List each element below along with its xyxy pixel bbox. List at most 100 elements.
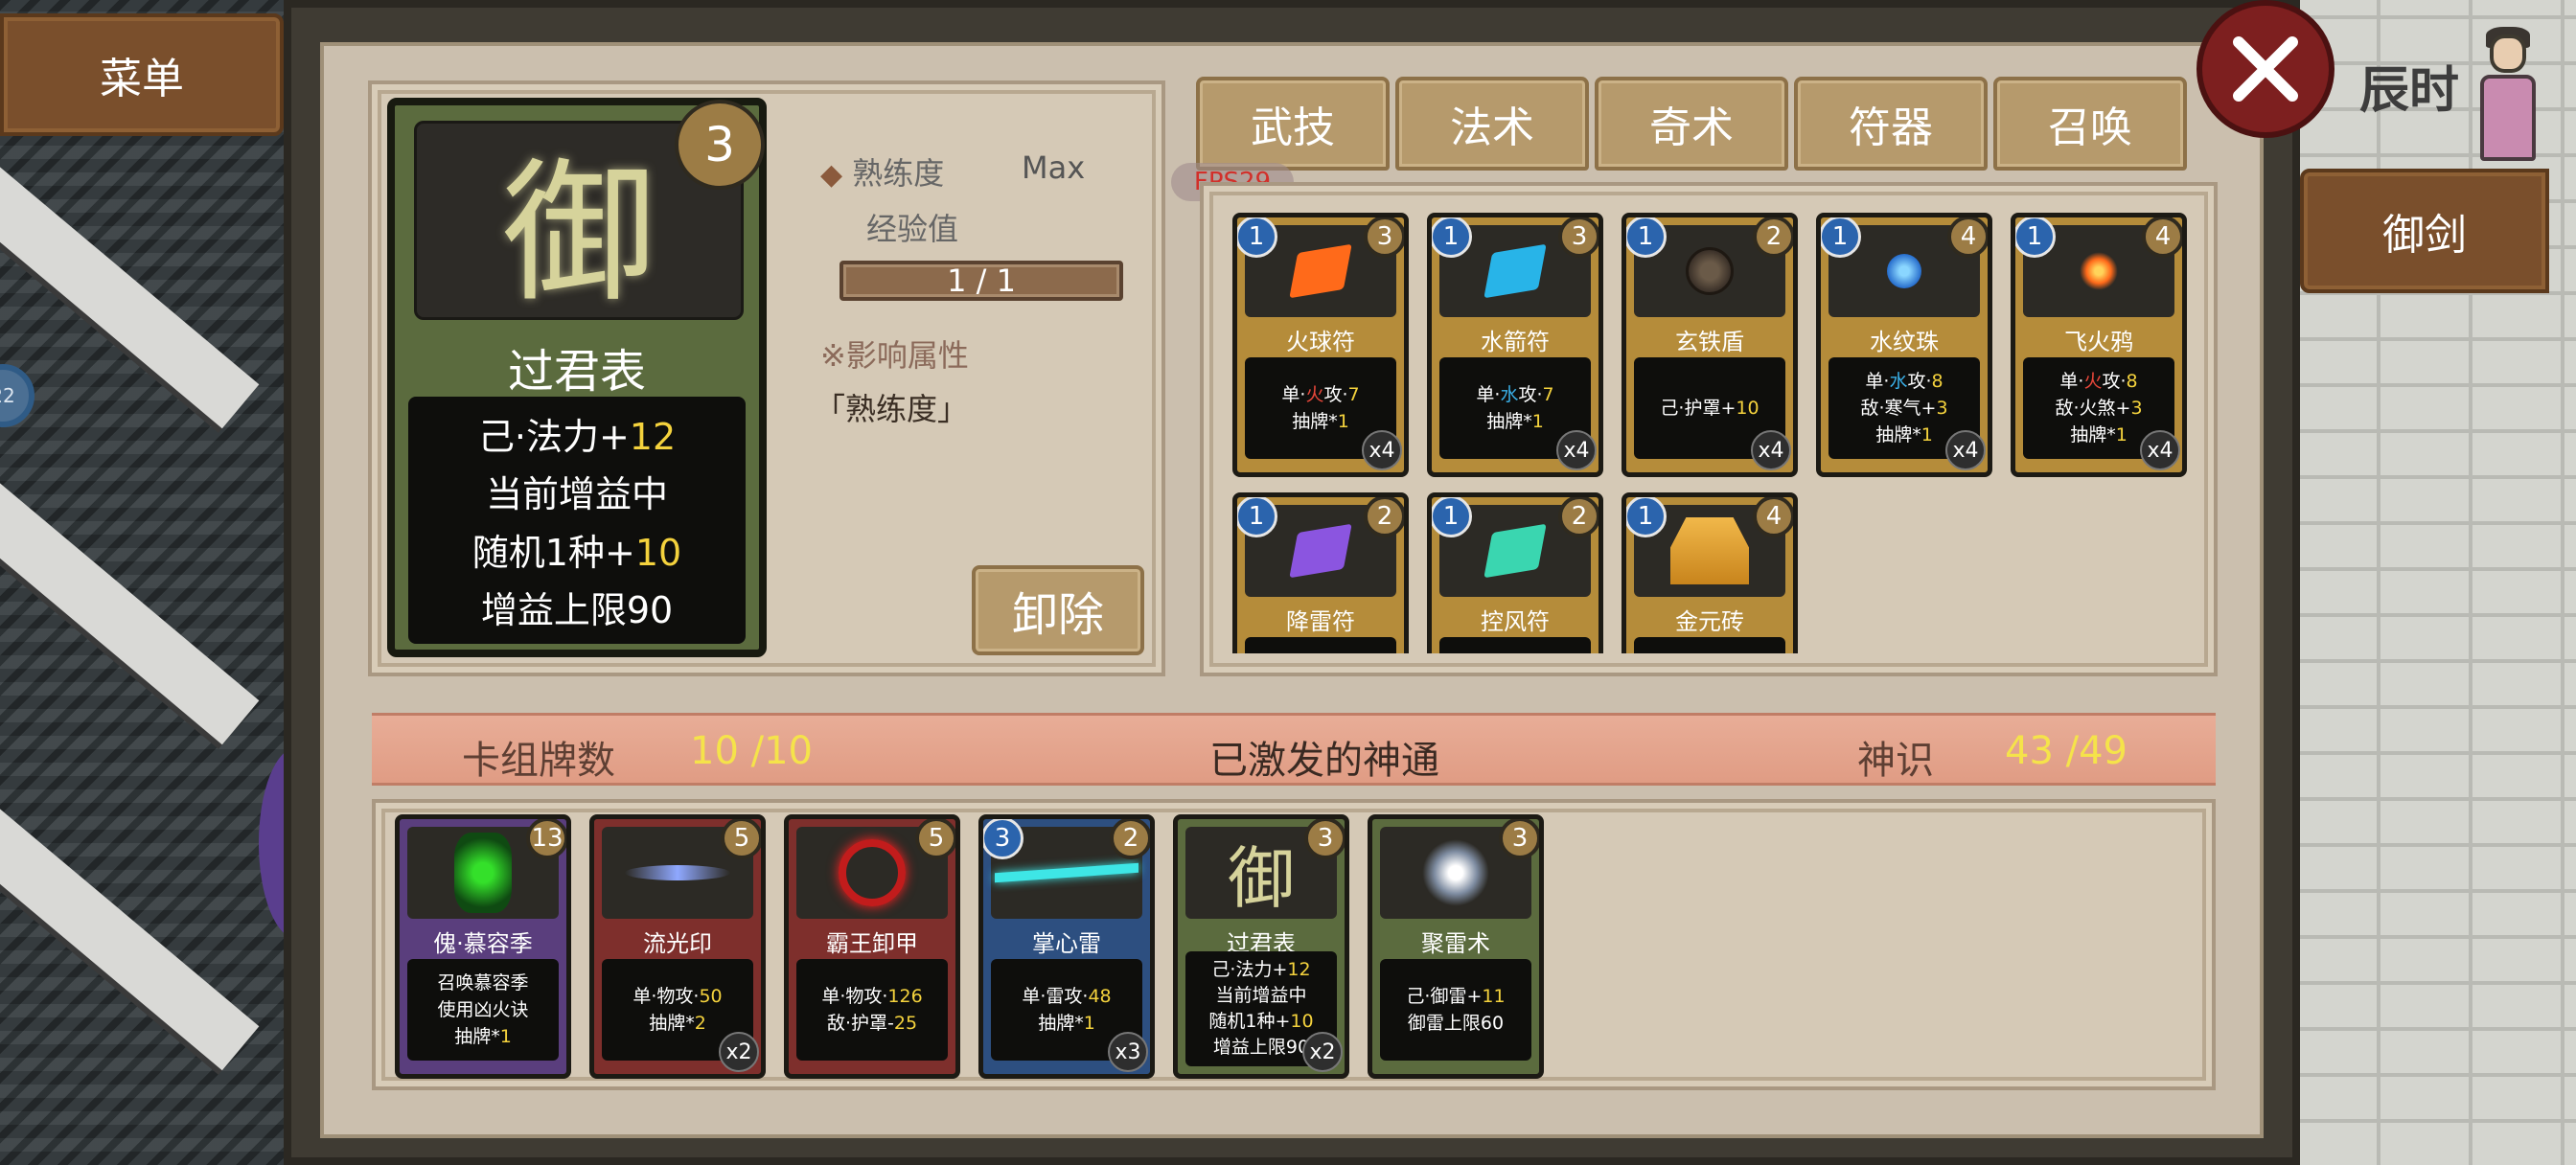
inventory-card[interactable]: 水箭符 单·水攻·7 抽牌*1 1 3 x4 xyxy=(1427,213,1603,477)
description-line: 己·护罩+10 xyxy=(1660,398,1760,419)
inventory-card[interactable]: 控风符 1 2 xyxy=(1427,492,1603,653)
description-line: 增益上限90 xyxy=(1212,1037,1310,1058)
inventory-card[interactable]: 玄铁盾 己·护罩+10 1 2 x4 xyxy=(1622,213,1798,477)
inventory-card[interactable]: 降雷符 1 2 xyxy=(1232,492,1409,653)
card-art-icon xyxy=(625,865,730,880)
deck-cards: 傀·慕容季 召唤慕容季 使用凶火诀 抽牌*1 13 流光印 单·物攻·50 抽牌*2 5 x2 霸王… xyxy=(395,814,2196,1083)
deck-card[interactable]: 御过君表 己·法力+12 当前增益中 随机1种+10 增益上限90 3 x2 xyxy=(1173,814,1349,1079)
talisman-icon xyxy=(1289,243,1352,299)
level-badge: 1 xyxy=(1432,217,1472,258)
description-line: 单·火攻·7 xyxy=(1281,384,1360,405)
level-badge: 1 xyxy=(1626,217,1667,258)
description-line: 单·火攻·8 xyxy=(2059,371,2138,392)
proficiency-value: Max xyxy=(1022,149,1086,186)
brick-icon xyxy=(1670,517,1749,584)
deck-card[interactable]: 掌心雷 单·雷攻·48 抽牌*1 3 2 x3 xyxy=(978,814,1155,1079)
selected-card-name: 过君表 xyxy=(507,345,646,399)
card-name: 掌心雷 xyxy=(1032,930,1101,957)
count-badge: x4 xyxy=(1945,430,1986,470)
tab-martial[interactable]: 武技 xyxy=(1196,77,1390,171)
level-badge: 1 xyxy=(1237,217,1277,258)
cost-badge: 5 xyxy=(915,819,955,859)
cost-badge: 4 xyxy=(2142,217,2182,258)
deck-card[interactable]: 傀·慕容季 召唤慕容季 使用凶火诀 抽牌*1 13 xyxy=(395,814,571,1079)
tab-spell[interactable]: 法术 xyxy=(1395,77,1589,171)
description-line: 抽牌*2 xyxy=(649,1013,706,1034)
selected-card-cost-badge: 3 xyxy=(675,100,765,190)
tab-summon[interactable]: 召唤 xyxy=(1993,77,2187,171)
level-badge: 1 xyxy=(1237,497,1277,537)
description-line: 抽牌*1 xyxy=(1292,411,1349,432)
background-stair xyxy=(0,792,260,1071)
level-badge: 1 xyxy=(1821,217,1861,258)
description-line: 抽牌*1 xyxy=(454,1026,512,1047)
avatar-head xyxy=(2490,34,2526,73)
inventory-card[interactable]: 水纹珠 单·水攻·8 敌·寒气+3 抽牌*1 1 4 x4 xyxy=(1816,213,1992,477)
diamond-icon: ◆ xyxy=(820,158,843,192)
card-description: 单·物攻·126 敌·护罩-25 xyxy=(796,959,948,1061)
affect-attribute-value: 「熟练度」 xyxy=(815,391,969,427)
selected-card[interactable]: 御 3 过君表 己·法力+12 当前增益中 随机1种+10 增益上限90 xyxy=(387,98,767,657)
description-line: 单·物攻·50 xyxy=(632,986,723,1007)
description-line: 抽牌*1 xyxy=(1486,411,1544,432)
player-avatar[interactable] xyxy=(2469,25,2545,169)
deck-card[interactable]: 流光印 单·物攻·50 抽牌*2 5 x2 xyxy=(589,814,766,1079)
tab-talisman[interactable]: 符器 xyxy=(1794,77,1988,171)
card-name: 飞火鸦 xyxy=(2064,329,2133,355)
deck-card[interactable]: 聚雷术 己·御雷+11 御雷上限60 3 xyxy=(1368,814,1544,1079)
avatar-body xyxy=(2480,75,2536,161)
count-badge: x4 xyxy=(2140,430,2180,470)
close-icon xyxy=(2233,36,2298,102)
description-line: 己·法力+12 xyxy=(477,415,677,458)
deck-count-value: 10 /10 xyxy=(690,729,813,773)
cost-badge: 4 xyxy=(1947,217,1988,258)
card-name: 傀·慕容季 xyxy=(433,930,533,957)
description-line: 抽牌*1 xyxy=(1875,424,1933,445)
count-badge: x4 xyxy=(1556,430,1597,470)
cost-badge: 4 xyxy=(1753,497,1793,537)
orb-icon xyxy=(1887,254,1921,288)
level-badge: 3 xyxy=(983,819,1024,859)
unequip-button[interactable]: 卸除 xyxy=(972,565,1144,655)
card-art-icon: 御 xyxy=(1228,838,1295,918)
cost-badge: 2 xyxy=(1364,497,1404,537)
card-description: 召唤慕容季 使用凶火诀 抽牌*1 xyxy=(407,959,559,1061)
tab-arcane[interactable]: 奇术 xyxy=(1595,77,1788,171)
description-line: 随机1种+10 xyxy=(1208,1011,1314,1032)
inventory-card[interactable]: 飞火鸦 单·火攻·8 敌·火煞+3 抽牌*1 1 4 x4 xyxy=(2011,213,2187,477)
card-description: 己·御雷+11 御雷上限60 xyxy=(1380,959,1531,1061)
description-line: 敌·火煞+3 xyxy=(2055,398,2143,419)
proficiency-row: ◆ 熟练度 xyxy=(820,149,944,194)
deck-summary-bar: 卡组牌数 10 /10 已激发的神通 神识 43 /49 xyxy=(372,713,2216,786)
cost-badge: 3 xyxy=(1364,217,1404,258)
proficiency-label: 熟练度 xyxy=(852,155,945,192)
description-line: 己·法力+12 xyxy=(1211,959,1311,980)
cost-badge: 3 xyxy=(1304,819,1345,859)
description-line: 御雷上限60 xyxy=(1407,1013,1505,1034)
card-name: 水箭符 xyxy=(1481,329,1550,355)
description-line: 己·御雷+11 xyxy=(1406,986,1506,1007)
card-art-icon xyxy=(995,862,1138,883)
shield-icon xyxy=(1686,247,1734,295)
background-stair xyxy=(0,150,260,429)
time-of-day-label: 辰时 xyxy=(2359,62,2460,120)
talisman-icon xyxy=(1484,523,1547,579)
close-button[interactable] xyxy=(2196,0,2334,138)
deck-card[interactable]: 霸王卸甲 单·物攻·126 敌·护罩-25 5 xyxy=(784,814,960,1079)
sword-flight-button[interactable]: 御剑 xyxy=(2300,169,2549,293)
card-description xyxy=(1634,637,1785,653)
exp-label: 经验值 xyxy=(866,211,959,247)
card-name: 降雷符 xyxy=(1286,608,1355,635)
background-stair xyxy=(0,467,260,745)
cost-badge: 2 xyxy=(1110,819,1150,859)
affect-attribute-label: ※影响属性 xyxy=(820,337,969,374)
description-line: 使用凶火诀 xyxy=(437,999,529,1020)
inventory-card[interactable]: 金元砖 1 4 xyxy=(1622,492,1798,653)
menu-button[interactable]: 菜单 xyxy=(0,13,284,136)
card-name: 火球符 xyxy=(1286,329,1355,355)
talisman-icon xyxy=(1484,243,1547,299)
card-description xyxy=(1439,637,1591,653)
inventory-card[interactable]: 火球符 单·火攻·7 抽牌*1 1 3 x4 xyxy=(1232,213,1409,477)
background-rooftop xyxy=(0,0,288,1165)
description-line: 单·物攻·126 xyxy=(821,986,923,1007)
